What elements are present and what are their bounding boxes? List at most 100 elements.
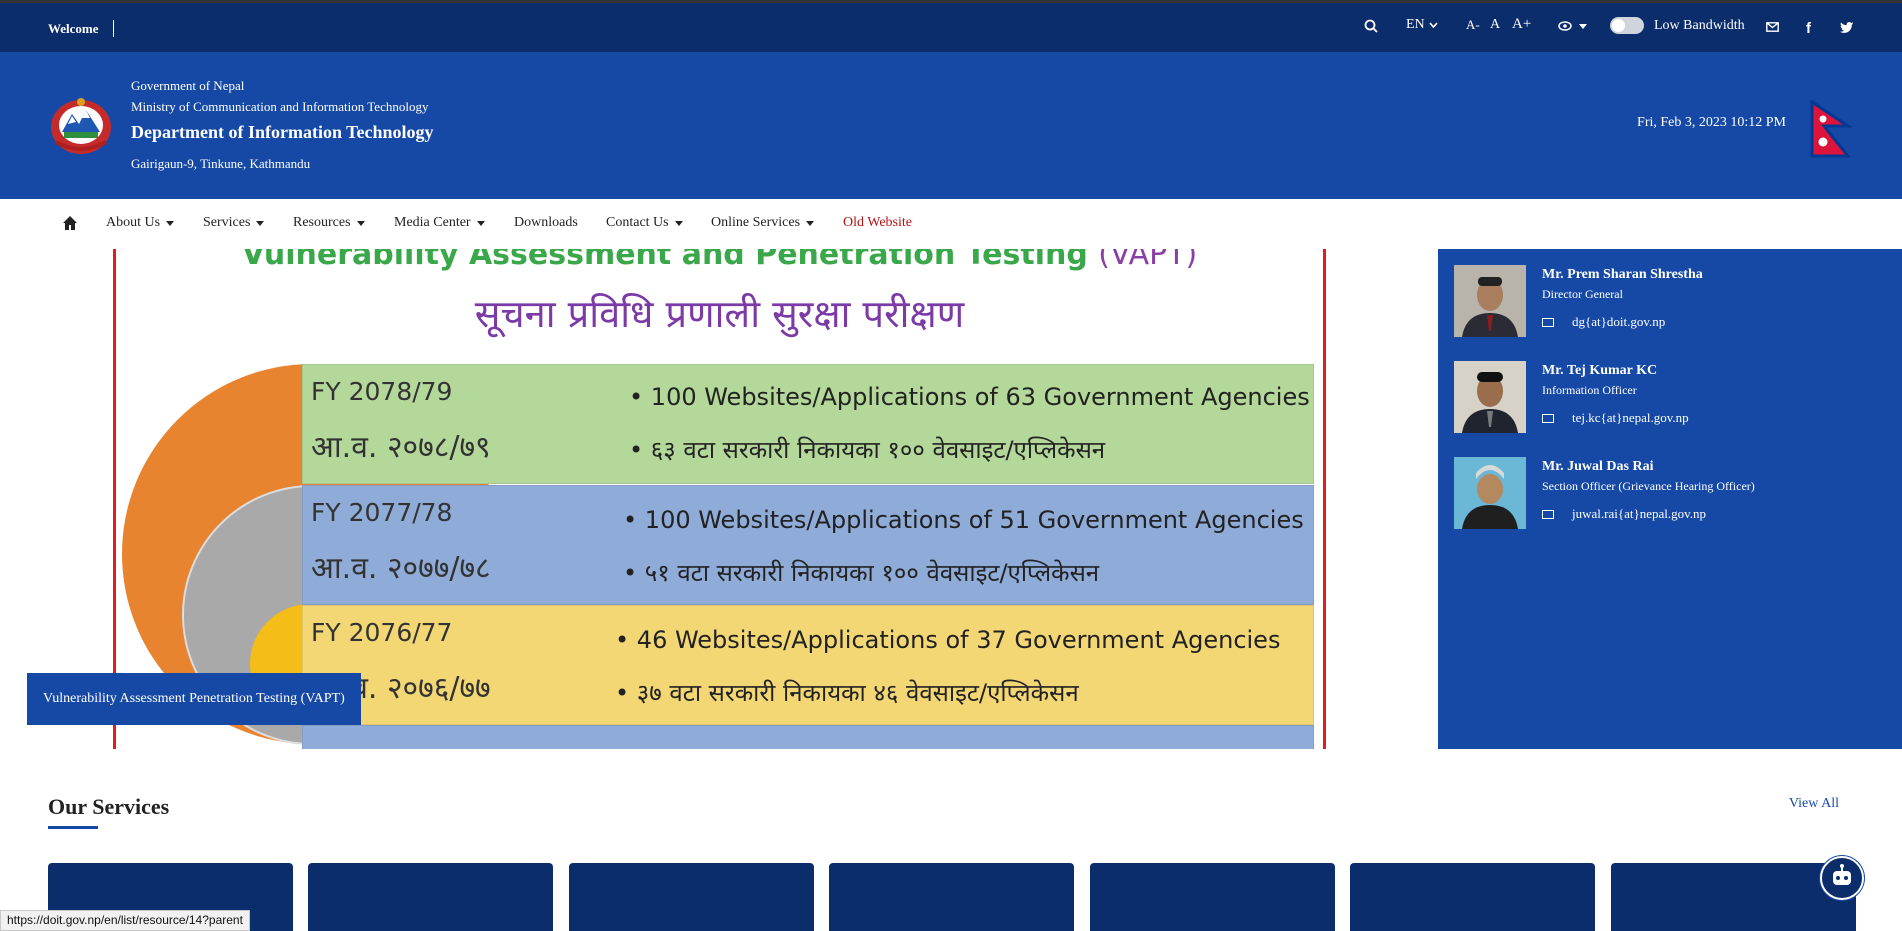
bullet-nepali: • ३७ वटा सरकारी निकायका ४६ वेवसाइट/एप्लि…	[615, 679, 1079, 707]
address-label: Gairigaun-9, Tinkune, Kathmandu	[131, 156, 311, 171]
bullet-text: 100 Websites/Applications of 51 Governme…	[644, 506, 1304, 534]
official-card: Mr. Juwal Das Rai Section Officer (Griev…	[1454, 457, 1894, 529]
caret-down-icon	[166, 220, 175, 226]
official-role: Director General	[1542, 287, 1623, 301]
fy-label-nepali: आ.व. २०७७/७८	[311, 551, 491, 586]
fy-label-nepali: आ.व. २०७८/७९	[311, 430, 491, 465]
nav-label: About Us	[106, 215, 161, 230]
email-text: tej.kc{at}nepal.gov.np	[1572, 410, 1689, 425]
nav-label: Services	[203, 215, 251, 230]
home-icon[interactable]	[62, 215, 78, 231]
bullet-text: ५१ वटा सरकारी निकायका १०० वेवसाइट/एप्लिक…	[644, 559, 1100, 587]
chatbot-button[interactable]	[1820, 856, 1864, 900]
official-email[interactable]: dg{at}doit.gov.np	[1542, 314, 1665, 330]
caret-down-icon	[356, 220, 365, 226]
low-bandwidth-label: Low Bandwidth	[1654, 17, 1745, 33]
browser-status-url: https://doit.gov.np/en/list/resource/14?…	[0, 910, 250, 931]
slide-heading-abbr: (VAPT)	[1098, 249, 1198, 272]
slide-heading-english: Vulnerability Assessment and Penetration…	[116, 249, 1323, 272]
nav-label: Contact Us	[606, 215, 669, 230]
service-card[interactable]	[308, 863, 553, 931]
official-email[interactable]: tej.kc{at}nepal.gov.np	[1542, 410, 1689, 426]
main-navigation: About Us Services Resources Media Center…	[0, 199, 1902, 249]
date-time: Fri, Feb 3, 2023 10:12 PM	[1637, 115, 1786, 130]
caret-down-icon	[476, 220, 485, 226]
fy-label: FY 2077/78	[311, 498, 453, 527]
vapt-row-2076: FY 2076/77 आ.व. २०७६/७७ • 46 Websites/Ap…	[302, 605, 1314, 725]
caret-down-icon	[256, 220, 265, 226]
nav-media-center[interactable]: Media Center	[394, 215, 485, 231]
robot-icon	[1833, 864, 1851, 885]
government-emblem-icon[interactable]	[48, 94, 114, 156]
view-all-link[interactable]: View All	[1789, 796, 1839, 812]
eye-icon	[1558, 21, 1572, 31]
official-role: Section Officer (Grievance Hearing Offic…	[1542, 479, 1755, 493]
government-label: Government of Nepal	[131, 78, 245, 93]
service-card[interactable]	[1350, 863, 1595, 931]
ministry-label: Ministry of Communication and Informatio…	[131, 99, 429, 114]
service-card[interactable]	[569, 863, 814, 931]
official-name: Mr. Prem Sharan Shrestha	[1542, 267, 1703, 282]
nav-label: Media Center	[394, 215, 471, 230]
language-selector[interactable]: EN	[1406, 17, 1438, 33]
nepal-flag-icon	[1810, 100, 1852, 158]
email-text: juwal.rai{at}nepal.gov.np	[1572, 506, 1707, 521]
fy-label: FY 2078/79	[311, 377, 453, 406]
service-card[interactable]	[1090, 863, 1335, 931]
slide-heading-nepali: सूचना प्रविधि प्रणाली सुरक्षा परीक्षण	[474, 292, 965, 336]
nav-old-website[interactable]: Old Website	[843, 215, 912, 231]
official-card: Mr. Prem Sharan Shrestha Director Genera…	[1454, 265, 1894, 337]
caret-down-icon	[1579, 23, 1587, 29]
nav-services[interactable]: Services	[203, 215, 265, 231]
envelope-icon	[1542, 317, 1554, 327]
bullet-text: ६३ वटा सरकारी निकायका १०० वेवसाइट/एप्लिक…	[650, 436, 1106, 464]
slide-caption[interactable]: Vulnerability Assessment Penetration Tes…	[27, 673, 361, 725]
officials-panel: Mr. Prem Sharan Shrestha Director Genera…	[1438, 249, 1902, 749]
service-card[interactable]	[829, 863, 1074, 931]
bullet-text: ३७ वटा सरकारी निकायका ४६ वेवसाइट/एप्लिके…	[636, 679, 1079, 707]
bullet-nepali: • ६३ वटा सरकारी निकायका १०० वेवसाइट/एप्ल…	[629, 436, 1106, 464]
bullet-text: 46 Websites/Applications of 37 Governmen…	[636, 626, 1281, 654]
low-bandwidth-toggle[interactable]: Low Bandwidth	[1610, 17, 1745, 34]
nav-downloads[interactable]: Downloads	[514, 215, 578, 231]
twitter-icon[interactable]	[1840, 22, 1854, 33]
official-photo	[1454, 361, 1526, 433]
mail-icon[interactable]	[1766, 22, 1779, 32]
search-icon[interactable]	[1364, 19, 1378, 33]
email-text: dg{at}doit.gov.np	[1572, 314, 1666, 329]
caret-down-icon	[806, 220, 815, 226]
fy-label: FY 2076/77	[311, 618, 453, 647]
top-utility-bar: Welcome EN A- A A+ Low Bandwidth f	[0, 0, 1902, 52]
official-role: Information Officer	[1542, 383, 1637, 397]
department-title[interactable]: Department of Information Technology	[131, 122, 434, 143]
bullet-english: • 100 Websites/Applications of 51 Govern…	[623, 506, 1304, 534]
facebook-icon[interactable]: f	[1806, 20, 1811, 37]
service-card[interactable]	[1611, 863, 1856, 931]
font-normal-button[interactable]: A	[1490, 17, 1500, 33]
caret-down-icon	[674, 220, 683, 226]
official-name: Mr. Juwal Das Rai	[1542, 459, 1654, 474]
official-name: Mr. Tej Kumar KC	[1542, 363, 1658, 378]
font-increase-button[interactable]: A+	[1512, 16, 1531, 33]
envelope-icon	[1542, 413, 1554, 423]
nav-label: Old Website	[843, 215, 912, 230]
site-header: Government of Nepal Ministry of Communic…	[0, 52, 1902, 199]
heading-underline	[48, 826, 98, 829]
vapt-row-partial	[302, 725, 1314, 749]
nav-online-services[interactable]: Online Services	[711, 215, 815, 231]
official-photo	[1454, 457, 1526, 529]
contrast-selector[interactable]	[1558, 21, 1587, 31]
toggle-switch[interactable]	[1610, 17, 1644, 34]
official-card: Mr. Tej Kumar KC Information Officer tej…	[1454, 361, 1894, 433]
official-photo	[1454, 265, 1526, 337]
nav-resources[interactable]: Resources	[293, 215, 365, 231]
font-decrease-button[interactable]: A-	[1466, 17, 1480, 33]
bullet-english: • 46 Websites/Applications of 37 Governm…	[615, 626, 1281, 654]
services-heading: Our Services	[48, 794, 170, 819]
welcome-text: Welcome	[48, 20, 114, 37]
bullet-text: 100 Websites/Applications of 63 Governme…	[650, 383, 1310, 411]
nav-label: Online Services	[711, 215, 801, 230]
official-email[interactable]: juwal.rai{at}nepal.gov.np	[1542, 506, 1706, 522]
nav-about-us[interactable]: About Us	[106, 215, 175, 231]
nav-contact-us[interactable]: Contact Us	[606, 215, 683, 231]
